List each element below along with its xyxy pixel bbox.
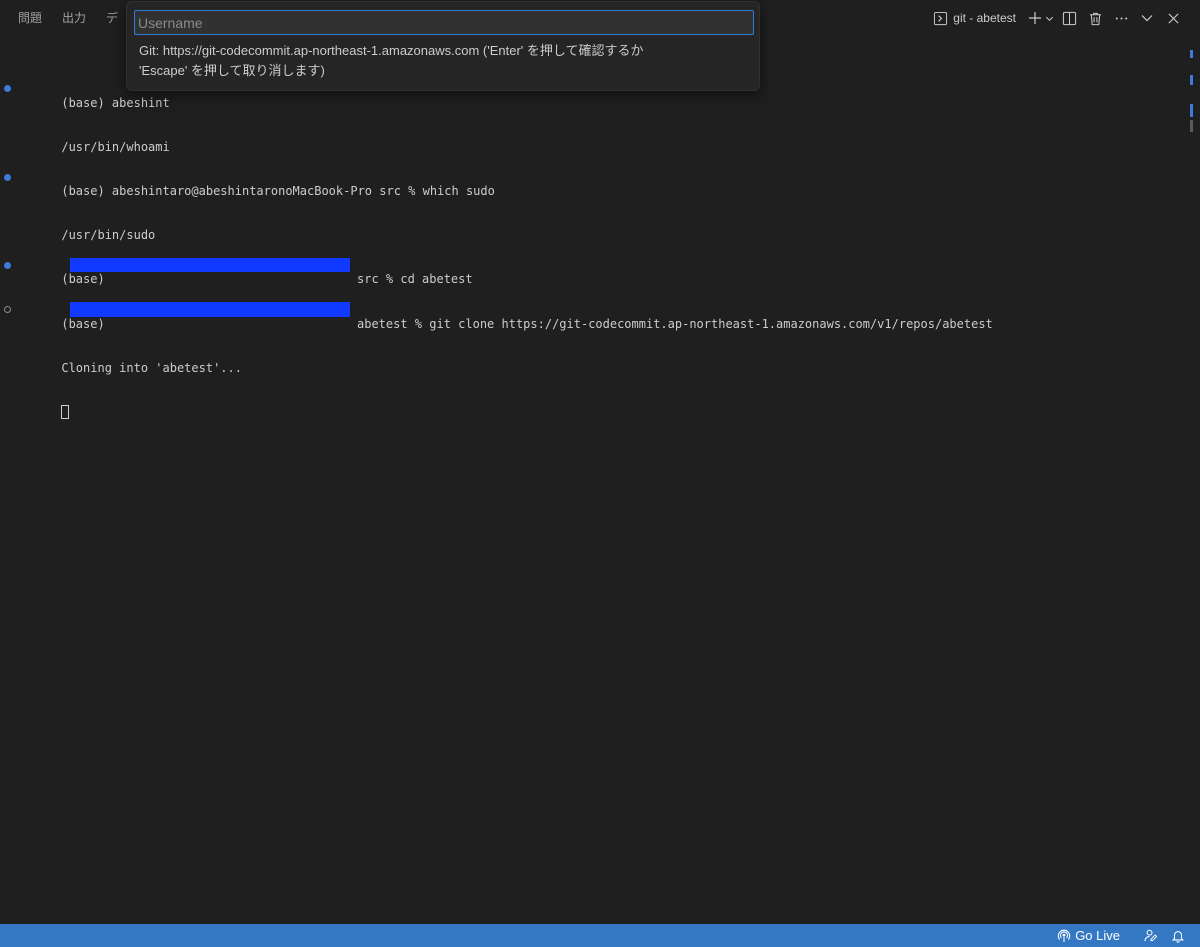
broadcast-icon <box>1057 929 1071 942</box>
go-live-label: Go Live <box>1075 928 1120 943</box>
split-terminal-button[interactable] <box>1056 5 1082 31</box>
panel-tabs: 問題 出力 デ <box>0 0 130 36</box>
command-success-decoration[interactable] <box>4 261 11 269</box>
feedback-icon <box>1143 929 1157 942</box>
command-success-decoration[interactable] <box>4 173 11 181</box>
scroll-marker <box>1190 75 1193 85</box>
vscode-window: 問題 出力 デ git - abetest (base) abeshint /u… <box>0 0 1200 947</box>
close-icon <box>1167 12 1179 24</box>
tab-problems[interactable]: 問題 <box>0 0 54 36</box>
notifications-button[interactable] <box>1166 924 1190 947</box>
redaction-box <box>70 301 350 317</box>
plus-icon <box>1029 12 1041 24</box>
bell-icon <box>1171 930 1185 943</box>
scroll-marker <box>1190 104 1193 117</box>
terminal-line: (base) abeshintaro@abeshintaronoMacBook-… <box>0 170 1180 198</box>
terminal-line: (base) src % cd abetest <box>0 257 1180 286</box>
tab-output[interactable]: 出力 <box>54 0 98 36</box>
command-success-decoration[interactable] <box>4 85 11 93</box>
more-actions-button[interactable] <box>1108 5 1134 31</box>
go-live-button[interactable]: Go Live <box>1057 928 1120 943</box>
terminal-cursor <box>61 404 70 419</box>
quick-input-message: Git: https://git-codecommit.ap-northeast… <box>139 43 644 78</box>
kill-terminal-button[interactable] <box>1082 5 1108 31</box>
quick-input-widget: Git: https://git-codecommit.ap-northeast… <box>126 1 760 91</box>
terminal-selector[interactable]: git - abetest <box>933 11 1016 26</box>
redaction-box <box>70 257 350 273</box>
chevron-down-icon <box>1141 15 1153 22</box>
split-icon <box>1062 11 1076 25</box>
scroll-marker <box>1190 50 1193 58</box>
status-bar-right: Go Live <box>1057 924 1190 947</box>
terminal-name: git - abetest <box>953 11 1016 25</box>
panel-actions: git - abetest <box>933 0 1186 36</box>
terminal-icon <box>934 11 948 25</box>
trash-icon <box>1089 12 1101 25</box>
username-input[interactable] <box>134 10 754 35</box>
terminal-output[interactable]: (base) abeshint /usr/bin/whoami (base) a… <box>0 52 1180 434</box>
terminal-line <box>0 390 1180 419</box>
close-panel-button[interactable] <box>1160 5 1186 31</box>
terminal-line: (base) abetest % git clone https://git-c… <box>0 301 1180 331</box>
ellipsis-icon <box>1115 16 1127 20</box>
new-terminal-button[interactable] <box>1026 5 1056 31</box>
status-bar: Go Live <box>0 924 1200 947</box>
scroll-marker <box>1190 120 1193 132</box>
terminal-line: /usr/bin/whoami <box>61 140 170 155</box>
terminal-line: /usr/bin/sudo <box>61 228 156 243</box>
maximize-panel-button[interactable] <box>1134 5 1160 31</box>
command-running-decoration[interactable] <box>4 305 11 313</box>
chevron-down-icon <box>1045 16 1054 21</box>
terminal-line: Cloning into 'abetest'... <box>61 360 242 375</box>
feedback-button[interactable] <box>1138 924 1162 947</box>
